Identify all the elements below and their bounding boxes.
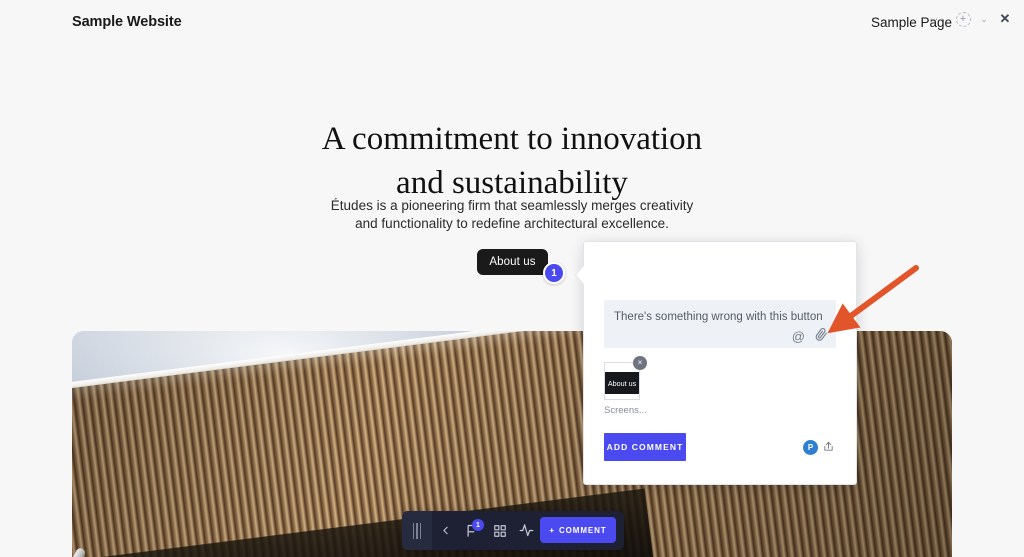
comment-input-text: There's something wrong with this button [614,311,823,323]
comment-pin-badge[interactable]: 1 [543,262,565,284]
site-title: Sample Website [72,14,182,30]
add-comment-button[interactable]: ADD COMMENT [604,433,686,461]
app-root: Sample Website Sample Page A commitment … [0,0,1024,557]
plus-icon: + [549,525,555,535]
close-icon[interactable]: ✕ [994,8,1016,30]
attachment-thumbnail[interactable]: About us × [604,356,647,400]
attachment-thumb-label: About us [605,372,639,394]
comment-count-badge: 1 [472,519,484,531]
about-us-button[interactable]: About us [477,249,548,275]
add-reaction-icon[interactable]: + [952,8,974,30]
attachment-filename: Screens... [604,405,647,416]
attachment-remove-icon[interactable]: × [633,356,647,370]
annotation-arrow [827,265,919,334]
activity-pulse-icon[interactable] [513,511,540,550]
site-header: Sample Website Sample Page [0,0,1024,46]
share-icon[interactable] [823,441,834,455]
comment-flag-icon[interactable]: 1 [459,511,486,550]
comment-popup-header: ··· + ⌄ ✕ [926,8,1016,30]
hero-heading-line1: A commitment to innovation [321,121,703,157]
add-comment-toolbar-button[interactable]: + COMMENT [540,517,616,543]
comment-popup-tail [576,266,584,284]
comment-input[interactable]: There's something wrong with this button… [604,300,836,348]
drag-grip-icon[interactable] [402,511,432,550]
comment-label: COMMENT [558,525,607,535]
hero-subtext: Études is a pioneering firm that seamles… [330,198,694,232]
back-chevron-icon[interactable] [432,511,459,550]
mention-icon[interactable]: @ [792,329,805,344]
more-options-icon[interactable]: ··· [926,8,948,30]
grid-squares-icon[interactable] [486,511,513,550]
chevron-down-icon[interactable]: ⌄ [978,8,990,30]
hero-heading: A commitment to innovation and sustainab… [0,118,1024,206]
avatar[interactable]: P [803,440,818,455]
